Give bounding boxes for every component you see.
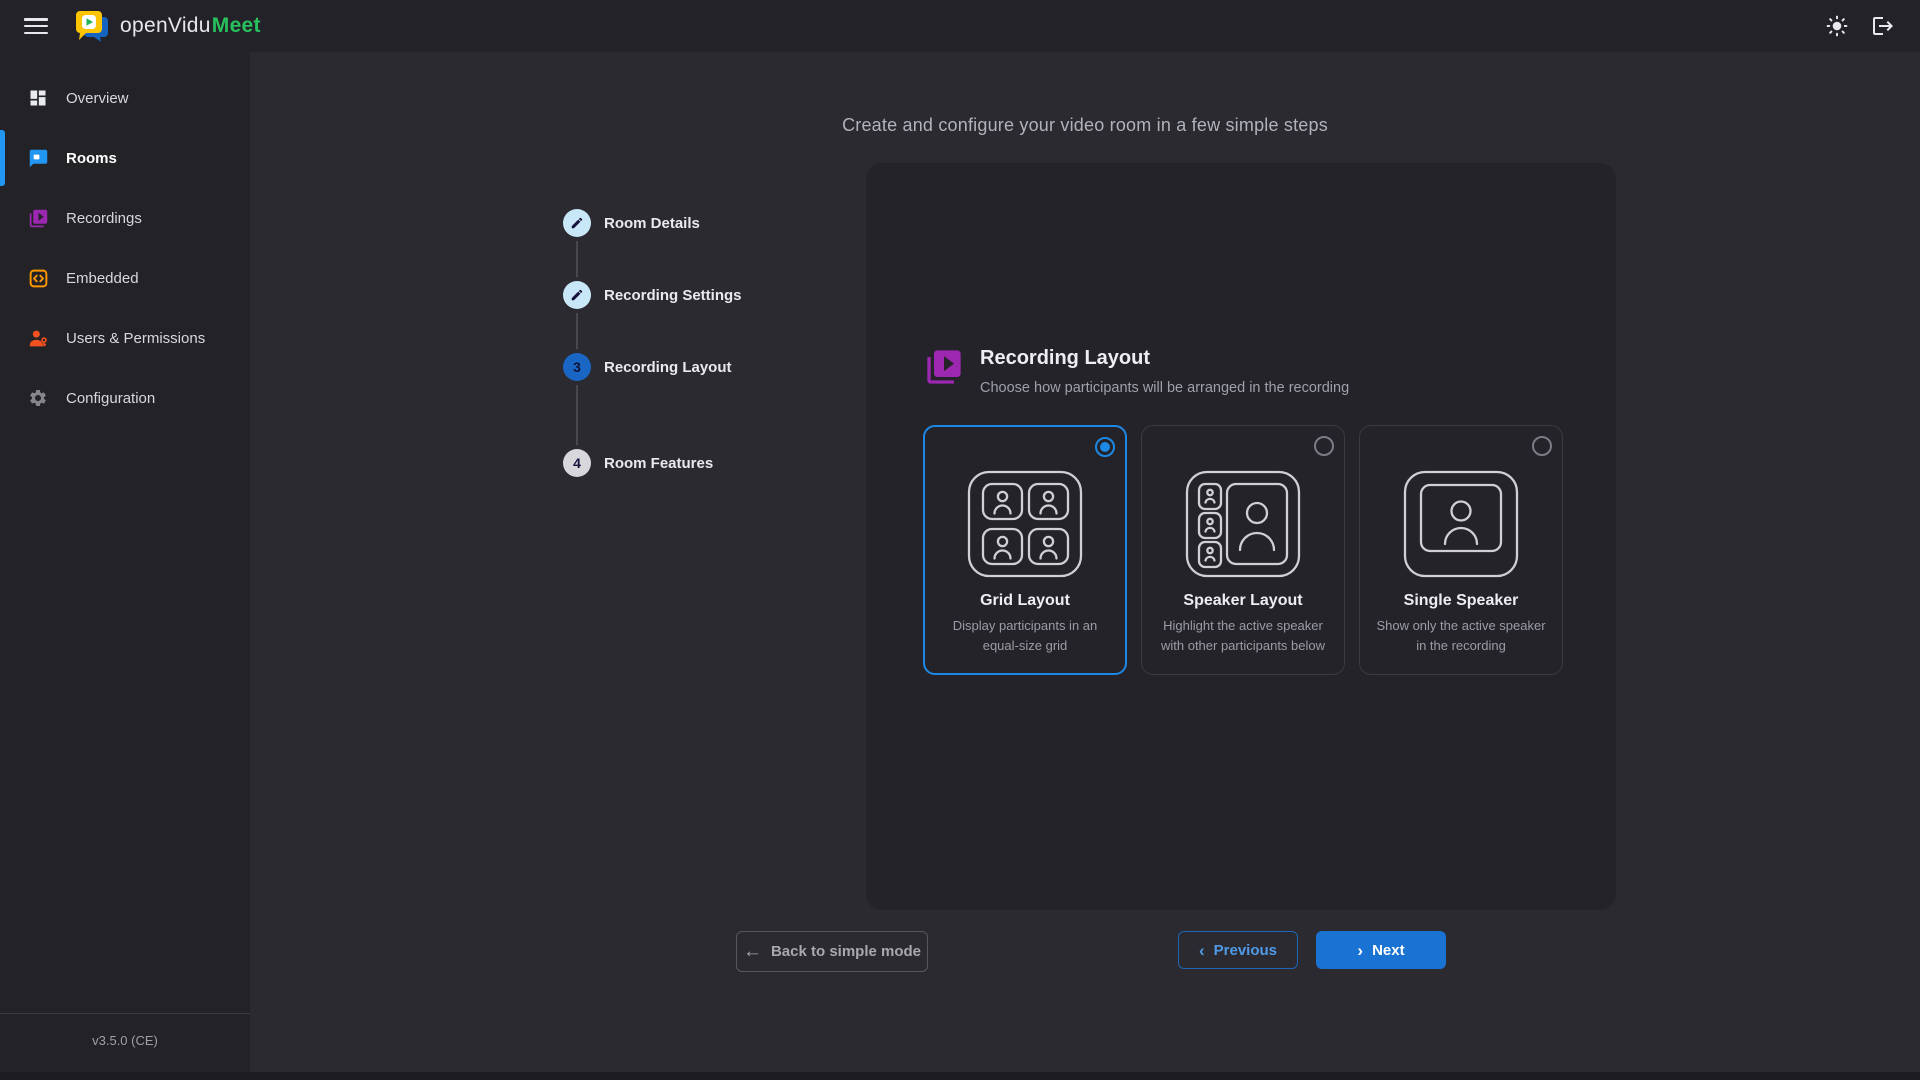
sidebar-item-label: Recordings [66, 210, 142, 227]
stepper-step-recording-settings[interactable]: Recording Settings [563, 281, 742, 309]
back-button-label: Back to simple mode [771, 943, 921, 960]
speaker-layout-icon [1185, 470, 1301, 578]
step-number: 4 [573, 455, 581, 471]
dashboard-icon [27, 87, 49, 109]
sidebar-item-configuration[interactable]: Configuration [0, 374, 250, 422]
previous-button[interactable]: ‹ Previous [1178, 931, 1298, 969]
step-label: Recording Layout [604, 359, 732, 376]
option-card-speaker-layout[interactable]: Speaker Layout Highlight the active spea… [1141, 425, 1345, 675]
sidebar-item-label: Overview [66, 90, 129, 107]
edit-pencil-icon [570, 216, 584, 230]
sun-icon [1825, 14, 1849, 38]
menu-icon[interactable] [24, 18, 48, 34]
back-to-simple-mode-button[interactable]: ← Back to simple mode [736, 931, 928, 972]
edit-pencil-icon [570, 288, 584, 302]
app-logo: openViduMeet [74, 10, 261, 42]
option-title: Speaker Layout [1142, 592, 1344, 610]
stepper-step-room-features[interactable]: 4 Room Features [563, 449, 713, 477]
section-header: Recording Layout Choose how participants… [924, 347, 1349, 396]
step-connector [576, 385, 578, 445]
video-library-icon [27, 207, 49, 229]
radio-single-speaker[interactable] [1532, 436, 1552, 456]
app-title-meet: Meet [212, 14, 261, 37]
recording-layout-panel: Recording Layout Choose how participants… [866, 163, 1616, 910]
step-connector [576, 313, 578, 349]
option-card-single-speaker[interactable]: Single Speaker Show only the active spea… [1359, 425, 1563, 675]
arrow-left-icon: ← [743, 942, 762, 961]
logout-icon [1871, 14, 1895, 38]
logout-button[interactable] [1870, 13, 1896, 39]
section-title: Recording Layout [980, 347, 1349, 370]
openvidu-meet-app: openViduMeet Overview [0, 0, 1920, 1080]
next-button[interactable]: › Next [1316, 931, 1446, 969]
top-bar-actions [1824, 13, 1896, 39]
section-subtitle: Choose how participants will be arranged… [980, 380, 1349, 396]
step-label: Room Details [604, 215, 700, 232]
option-title: Grid Layout [925, 592, 1125, 610]
grid-layout-icon [967, 470, 1083, 578]
next-button-label: Next [1372, 942, 1405, 959]
sidebar-item-users-permissions[interactable]: Users & Permissions [0, 314, 250, 362]
sidebar-item-label: Rooms [66, 150, 117, 167]
stepper-step-recording-layout[interactable]: 3 Recording Layout [563, 353, 732, 381]
sidebar-item-overview[interactable]: Overview [0, 74, 250, 122]
video-library-icon [924, 347, 964, 387]
sidebar-item-rooms[interactable]: Rooms [0, 134, 250, 182]
sidebar-item-embedded[interactable]: Embedded [0, 254, 250, 302]
layout-options: Grid Layout Display participants in an e… [923, 425, 1563, 675]
sidebar-item-label: Users & Permissions [66, 330, 205, 347]
step-label: Room Features [604, 455, 713, 472]
step-number: 3 [573, 359, 581, 375]
option-description: Show only the active speaker in the reco… [1375, 616, 1547, 656]
option-card-grid-layout[interactable]: Grid Layout Display participants in an e… [923, 425, 1127, 675]
sidebar: Overview Rooms Recordings Embedded [0, 52, 250, 1080]
app-title: openViduMeet [120, 14, 261, 38]
sidebar-nav: Overview Rooms Recordings Embedded [0, 52, 250, 422]
theme-toggle-button[interactable] [1824, 13, 1850, 39]
step-label: Recording Settings [604, 287, 742, 304]
app-title-open-vidu: openVidu [120, 14, 211, 37]
step-connector [576, 241, 578, 277]
radio-speaker-layout[interactable] [1314, 436, 1334, 456]
option-title: Single Speaker [1360, 592, 1562, 610]
top-bar: openViduMeet [0, 0, 1920, 52]
sidebar-item-label: Configuration [66, 390, 155, 407]
gear-icon [27, 387, 49, 409]
chat-bubble-icon [27, 147, 49, 169]
option-description: Display participants in an equal-size gr… [939, 616, 1111, 656]
previous-button-label: Previous [1214, 942, 1277, 959]
users-key-icon [27, 327, 49, 349]
chevron-left-icon: ‹ [1199, 942, 1205, 959]
version-label: v3.5.0 (CE) [0, 1014, 250, 1048]
sidebar-item-label: Embedded [66, 270, 139, 287]
code-embed-icon [27, 267, 49, 289]
single-speaker-icon [1403, 470, 1519, 578]
radio-grid-layout[interactable] [1095, 437, 1115, 457]
option-description: Highlight the active speaker with other … [1157, 616, 1329, 656]
sidebar-footer: v3.5.0 (CE) [0, 1013, 250, 1048]
openvidu-logo-icon [74, 10, 110, 42]
chevron-right-icon: › [1357, 942, 1363, 959]
sidebar-item-recordings[interactable]: Recordings [0, 194, 250, 242]
section-titles: Recording Layout Choose how participants… [980, 347, 1349, 396]
page-title: Create and configure your video room in … [250, 115, 1920, 136]
window-bottom-edge [0, 1072, 1920, 1080]
stepper-step-room-details[interactable]: Room Details [563, 209, 700, 237]
